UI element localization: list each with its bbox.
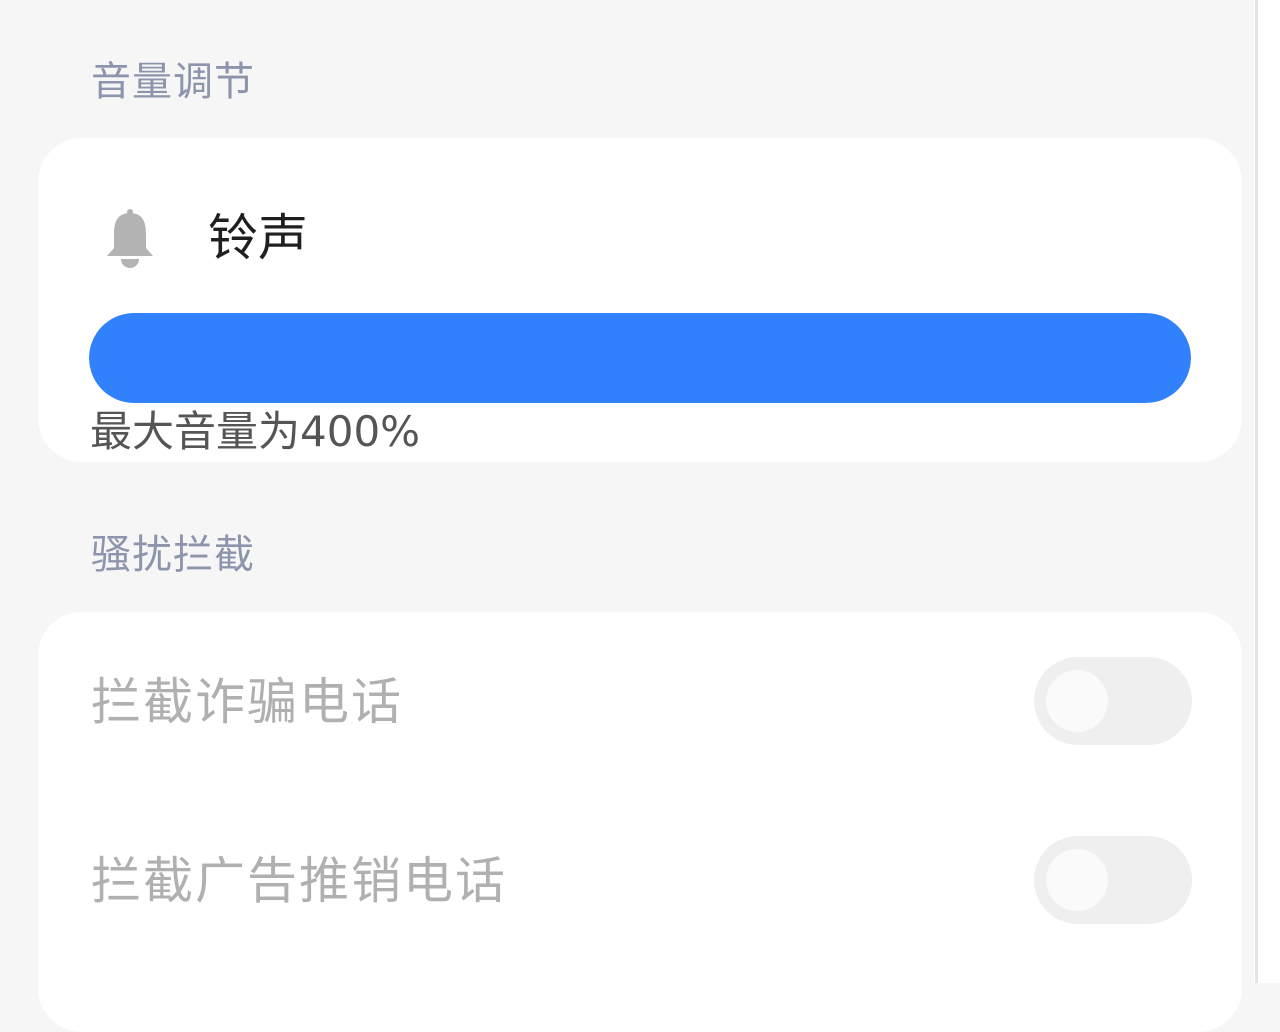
block-fraud-calls-label: 拦截诈骗电话 [91,673,403,731]
max-volume-note: 最大音量为400% [90,407,421,456]
block-fraud-calls-row[interactable]: 拦截诈骗电话 [38,656,1242,746]
block-ad-calls-label: 拦截广告推销电话 [91,852,507,910]
harassment-card: 拦截诈骗电话 拦截广告推销电话 [38,612,1242,1032]
ringtone-volume-fill [89,313,1191,403]
ringtone-label: 铃声 [208,209,308,267]
volume-card: 铃声 最大音量为400% [38,138,1242,462]
ringtone-volume-slider[interactable] [89,313,1191,403]
scrollbar-thumb[interactable] [1255,0,1258,983]
bell-icon [107,209,153,268]
block-ad-calls-toggle[interactable] [1034,836,1192,924]
block-fraud-calls-toggle[interactable] [1034,657,1192,745]
toggle-knob [1046,849,1108,911]
toggle-knob [1046,670,1108,732]
volume-section-title: 音量调节 [91,59,255,105]
block-ad-calls-row[interactable]: 拦截广告推销电话 [38,835,1242,925]
harassment-section-title: 骚扰拦截 [91,532,255,578]
